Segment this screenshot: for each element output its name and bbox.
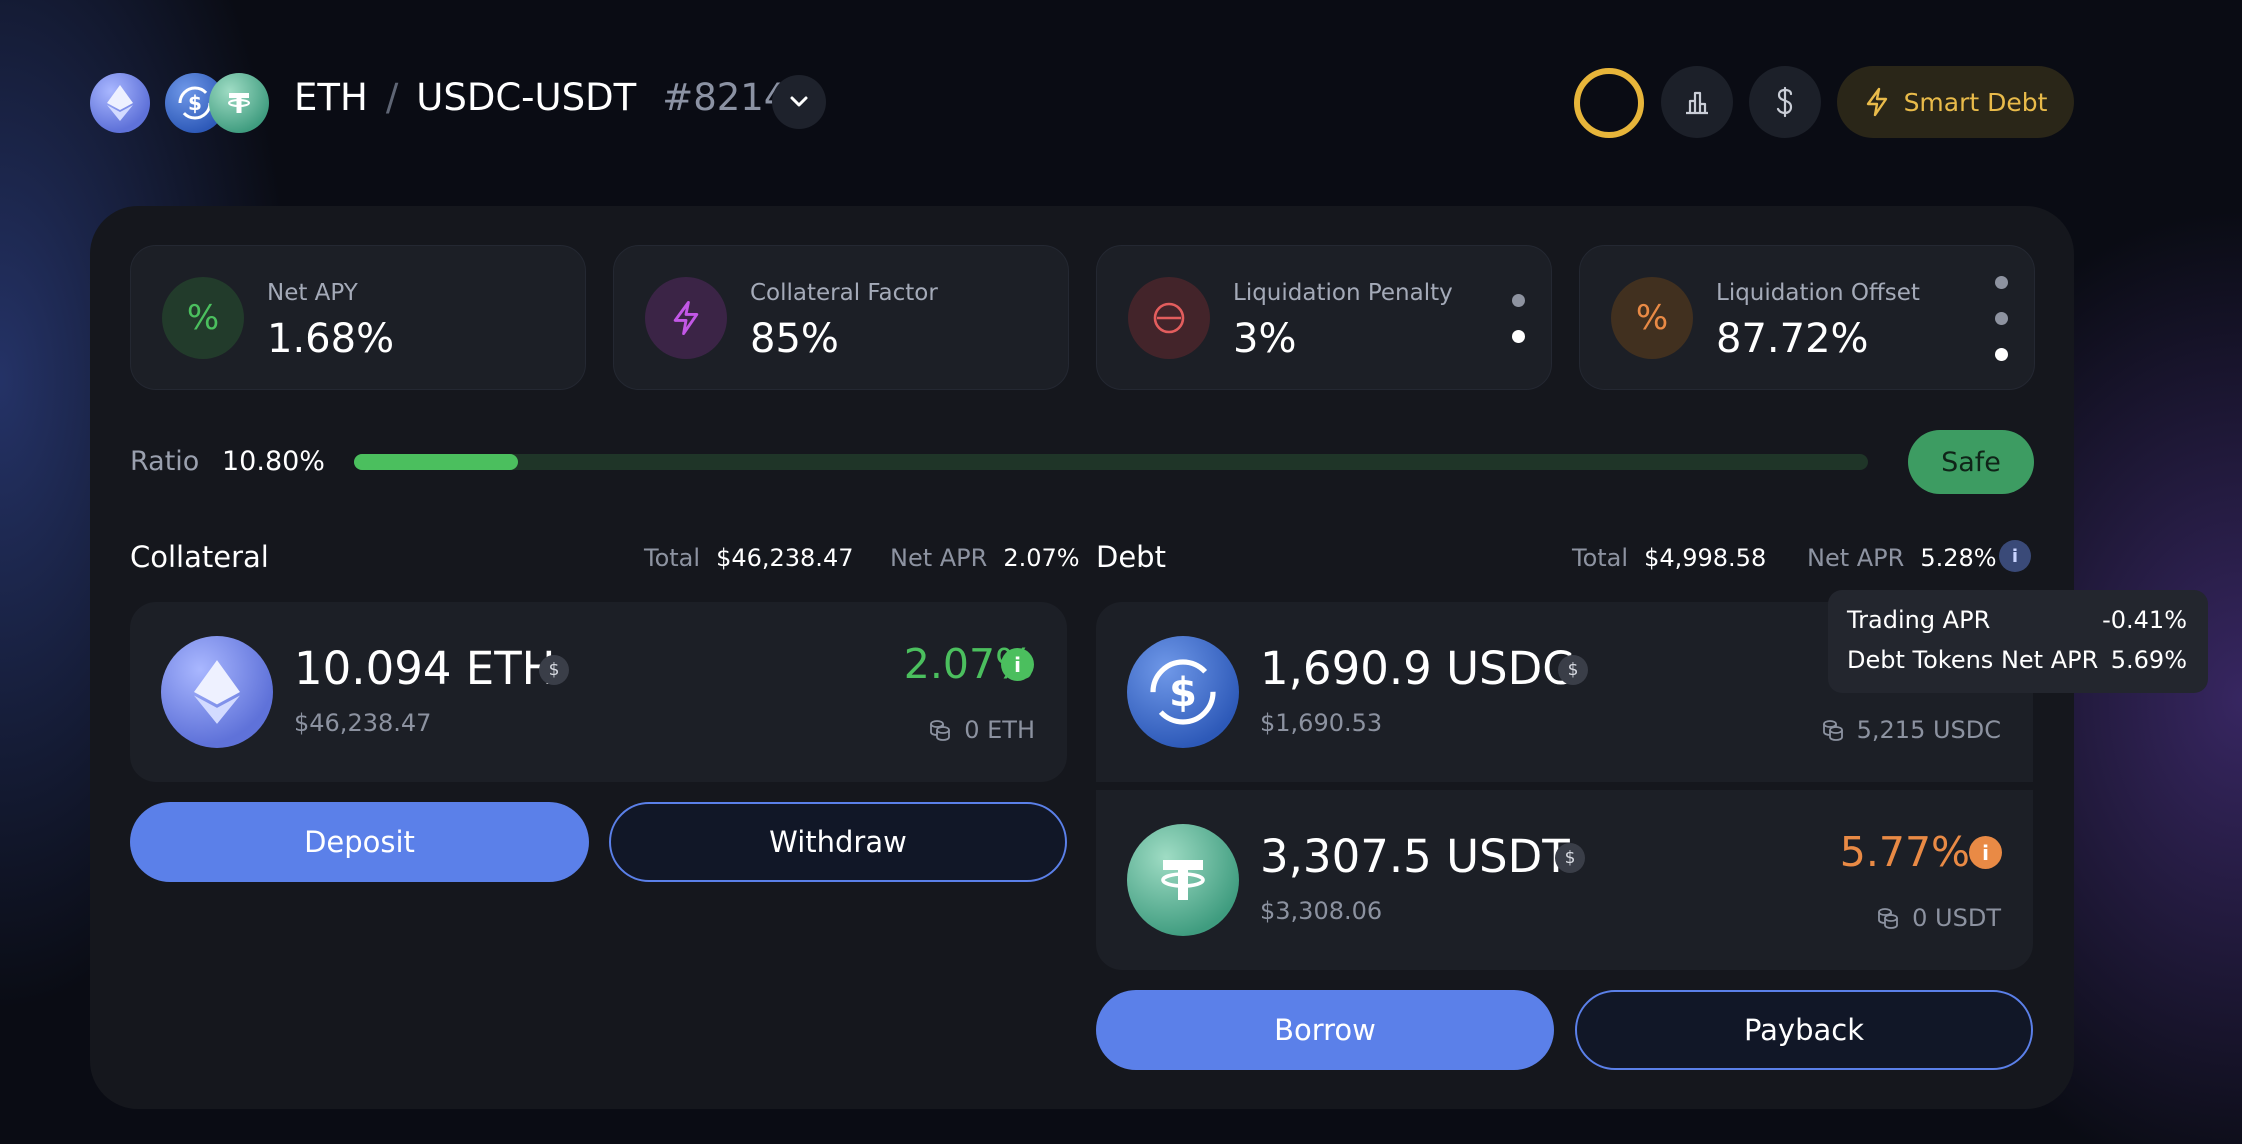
bolt-icon bbox=[1866, 87, 1887, 117]
info-icon[interactable]: i bbox=[1001, 648, 1034, 681]
pair-title: ETH / USDC-USDT #8214 bbox=[294, 76, 787, 119]
collateral-usd: $46,238.47 bbox=[294, 709, 432, 737]
usdt-token-icon bbox=[209, 73, 269, 133]
position-id: #8214 bbox=[662, 76, 788, 119]
collateral-apr-value: 2.07% bbox=[1003, 544, 1080, 572]
tooltip-value: 5.69% bbox=[2110, 646, 2187, 674]
carousel-dot[interactable] bbox=[1995, 312, 2008, 325]
chevron-down-icon bbox=[790, 96, 808, 107]
bar-chart-icon bbox=[1686, 91, 1708, 115]
smart-debt-label: Smart Debt bbox=[1903, 87, 2048, 117]
collateral-available: 0 ETH bbox=[928, 716, 1035, 744]
stat-value: 85% bbox=[750, 316, 839, 362]
dollar-icon[interactable]: $ bbox=[1555, 843, 1585, 873]
debt-net-apr: Net APR 5.28% bbox=[1807, 544, 1997, 572]
stat-card-collateral-factor: Collateral Factor 85% bbox=[613, 245, 1069, 390]
percent-icon: % bbox=[162, 277, 244, 359]
stat-label: Net APY bbox=[267, 280, 358, 306]
debt-apr-label: Net APR bbox=[1807, 544, 1905, 572]
ratio-label: Ratio bbox=[130, 446, 200, 477]
debt-usdc-available: 5,215 USDC bbox=[1821, 716, 2001, 744]
stat-card-liquidation-offset: % Liquidation Offset 87.72% bbox=[1579, 245, 2035, 390]
dollar-icon[interactable]: $ bbox=[1558, 655, 1588, 685]
coins-icon bbox=[1822, 720, 1843, 741]
tooltip-label: Debt Tokens Net APR bbox=[1847, 646, 2099, 674]
apr-tooltip: Trading APR -0.41% Debt Tokens Net APR 5… bbox=[1828, 590, 2208, 693]
info-icon[interactable]: i bbox=[1969, 836, 2002, 869]
tooltip-row-trading-apr: Trading APR -0.41% bbox=[1847, 606, 2187, 634]
coins-icon bbox=[930, 720, 951, 741]
health-ring-icon[interactable] bbox=[1574, 68, 1644, 138]
ratio-progress-bar bbox=[354, 454, 1868, 470]
debt-usdc-usd: $1,690.53 bbox=[1260, 709, 1383, 737]
tooltip-label: Trading APR bbox=[1847, 606, 1991, 634]
coins-icon bbox=[1878, 908, 1899, 929]
carousel-dot-active[interactable] bbox=[1995, 348, 2008, 361]
debt-usdt-available: 0 USDT bbox=[1876, 904, 2001, 932]
tooltip-row-debt-tokens-apr: Debt Tokens Net APR 5.69% bbox=[1847, 646, 2187, 674]
withdraw-button[interactable]: Withdraw bbox=[609, 802, 1067, 882]
debt-total-value: $4,998.58 bbox=[1644, 544, 1767, 572]
debt-total-label: Total bbox=[1572, 544, 1629, 572]
usdt-token-icon bbox=[1127, 824, 1239, 936]
bolt-icon bbox=[645, 277, 727, 359]
svg-text:$: $ bbox=[1169, 670, 1197, 716]
status-badge: Safe bbox=[1908, 430, 2034, 494]
currency-button[interactable] bbox=[1749, 66, 1821, 138]
smart-debt-button[interactable]: Smart Debt bbox=[1837, 66, 2074, 138]
dollar-icon[interactable]: $ bbox=[539, 655, 569, 685]
debt-pair: USDC-USDT bbox=[416, 76, 637, 119]
collateral-net-apr: Net APR 2.07% bbox=[890, 544, 1080, 572]
ratio-progress-fill bbox=[354, 454, 518, 470]
carousel-dot[interactable] bbox=[1995, 276, 2008, 289]
debt-usdc-available-value: 5,215 USDC bbox=[1856, 716, 2001, 744]
ratio-value: 10.80% bbox=[222, 446, 325, 477]
collateral-title: Collateral bbox=[130, 540, 269, 574]
collateral-total: Total $46,238.47 bbox=[644, 544, 853, 572]
borrow-button[interactable]: Borrow bbox=[1096, 990, 1554, 1070]
debt-total: Total $4,998.58 bbox=[1572, 544, 1766, 572]
debt-usdt-available-value: 0 USDT bbox=[1912, 904, 2001, 932]
pair-separator: / bbox=[385, 76, 399, 119]
collateral-available-value: 0 ETH bbox=[964, 716, 1035, 744]
svg-text:$: $ bbox=[188, 91, 202, 115]
stat-value: 87.72% bbox=[1716, 316, 1869, 362]
stat-value: 1.68% bbox=[267, 316, 395, 362]
debt-usdc-amount: 1,690.9 USDC bbox=[1260, 642, 1574, 695]
collateral-symbol: ETH bbox=[294, 76, 368, 119]
stat-card-liquidation-penalty: Liquidation Penalty 3% bbox=[1096, 245, 1552, 390]
carousel-dot[interactable] bbox=[1512, 294, 1525, 307]
usdc-token-icon: $ bbox=[1127, 636, 1239, 748]
info-icon[interactable]: i bbox=[1999, 540, 2031, 572]
debt-usdt-amount: 3,307.5 USDT bbox=[1260, 830, 1570, 883]
position-dropdown-button[interactable] bbox=[772, 75, 826, 129]
debt-usdt-usd: $3,308.06 bbox=[1260, 897, 1383, 925]
stat-value: 3% bbox=[1233, 316, 1297, 362]
collateral-total-value: $46,238.47 bbox=[716, 544, 854, 572]
tooltip-value: -0.41% bbox=[2102, 606, 2187, 634]
stat-card-net-apy: % Net APY 1.68% bbox=[130, 245, 586, 390]
debt-apr-value: 5.28% bbox=[1920, 544, 1997, 572]
debt-title: Debt bbox=[1096, 540, 1166, 574]
percent-icon: % bbox=[1611, 277, 1693, 359]
carousel-dot-active[interactable] bbox=[1512, 330, 1525, 343]
eth-token-icon bbox=[90, 73, 150, 133]
stat-label: Collateral Factor bbox=[750, 280, 938, 306]
payback-button[interactable]: Payback bbox=[1575, 990, 2033, 1070]
stat-label: Liquidation Penalty bbox=[1233, 280, 1453, 306]
collateral-apr-label: Net APR bbox=[890, 544, 988, 572]
debt-usdt-rate: 5.77% bbox=[1839, 828, 1970, 876]
stat-label: Liquidation Offset bbox=[1716, 280, 1920, 306]
deposit-button[interactable]: Deposit bbox=[130, 802, 589, 882]
dollar-icon bbox=[1776, 86, 1793, 118]
minus-circle-icon bbox=[1128, 277, 1210, 359]
chart-button[interactable] bbox=[1661, 66, 1733, 138]
collateral-total-label: Total bbox=[644, 544, 701, 572]
eth-token-icon bbox=[161, 636, 273, 748]
collateral-amount: 10.094 ETH bbox=[294, 642, 556, 695]
